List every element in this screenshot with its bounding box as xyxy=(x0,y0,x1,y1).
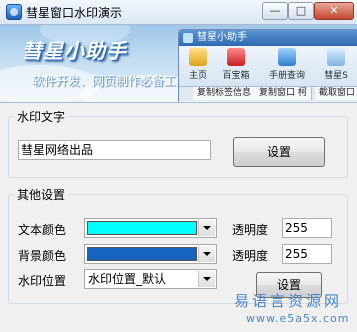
mini-tab: 复制窗口 柯 xyxy=(255,87,312,100)
manual-icon xyxy=(278,48,296,66)
bg-color-combo[interactable] xyxy=(84,244,217,264)
watermark-text-input[interactable]: 彗星网络出品 xyxy=(18,140,211,160)
chevron-down-icon[interactable] xyxy=(198,271,215,287)
mini-app-tabs: 复制标签信息 复制窗口 柯 截取窗口 xyxy=(179,86,357,101)
comet-icon xyxy=(327,48,345,66)
mini-tool-manual: 手册查询 xyxy=(265,48,309,81)
window-title: 彗星窗口水印演示 xyxy=(26,6,123,20)
bg-opacity-label: 透明度 xyxy=(232,249,269,263)
text-color-swatch xyxy=(87,221,197,235)
toolbox-icon xyxy=(227,48,245,66)
site-watermark-name: 易语言资源网 xyxy=(234,292,343,310)
maximize-button[interactable]: □ xyxy=(288,2,314,20)
text-color-label: 文本颜色 xyxy=(18,223,67,237)
bg-color-label: 背景颜色 xyxy=(18,249,67,263)
mini-tool-home: 主页 xyxy=(181,48,215,81)
title-bar[interactable]: 彗星窗口水印演示 — □ ✕ xyxy=(0,0,357,25)
mini-app-title: 彗星小助手 xyxy=(179,30,357,46)
mini-tab: 复制标签信息 xyxy=(193,87,257,100)
position-select-value: 水印位置_默认 xyxy=(88,272,167,286)
minimize-button[interactable]: — xyxy=(262,2,288,20)
other-settings-group-label: 其他设置 xyxy=(14,186,69,203)
close-button[interactable]: ✕ xyxy=(314,2,354,20)
home-icon xyxy=(189,48,207,66)
position-label: 水印位置 xyxy=(18,274,67,288)
banner-subtitle: 软件开发、网页制作必备工具 xyxy=(32,74,189,88)
text-color-combo[interactable] xyxy=(84,218,217,238)
mini-tool-toolbox: 百宝箱 xyxy=(219,48,253,81)
text-opacity-input[interactable]: 255 xyxy=(282,218,332,238)
banner-image: 彗星小助手 软件开发、网页制作必备工具 彗星小助手 主页 百宝箱 手册查询 彗星… xyxy=(0,25,357,103)
set-watermark-text-button[interactable]: 设置 xyxy=(233,137,325,167)
site-watermark-url: www.e5a5x.com xyxy=(246,312,350,325)
position-select[interactable]: 水印位置_默认 xyxy=(84,269,217,289)
mini-app-preview: 彗星小助手 主页 百宝箱 手册查询 彗星S 复制标签信息 复制窗口 柯 截取窗口 xyxy=(178,29,357,102)
chevron-down-icon[interactable] xyxy=(198,220,215,236)
chevron-down-icon[interactable] xyxy=(198,246,215,262)
app-window: 彗星窗口水印演示 — □ ✕ 彗星小助手 软件开发、网页制作必备工具 彗星小助手… xyxy=(0,0,357,332)
text-opacity-label: 透明度 xyxy=(232,223,269,237)
mini-tab: 截取窗口 xyxy=(315,87,357,100)
mini-tool-comet: 彗星S xyxy=(319,48,353,81)
app-icon xyxy=(6,4,22,20)
bg-color-swatch xyxy=(87,247,197,261)
bg-opacity-input[interactable]: 255 xyxy=(282,244,332,264)
mini-app-toolbar: 主页 百宝箱 手册查询 彗星S xyxy=(179,46,357,86)
watermark-text-group-label: 水印文字 xyxy=(14,108,69,125)
banner-title: 彗星小助手 xyxy=(22,39,127,63)
